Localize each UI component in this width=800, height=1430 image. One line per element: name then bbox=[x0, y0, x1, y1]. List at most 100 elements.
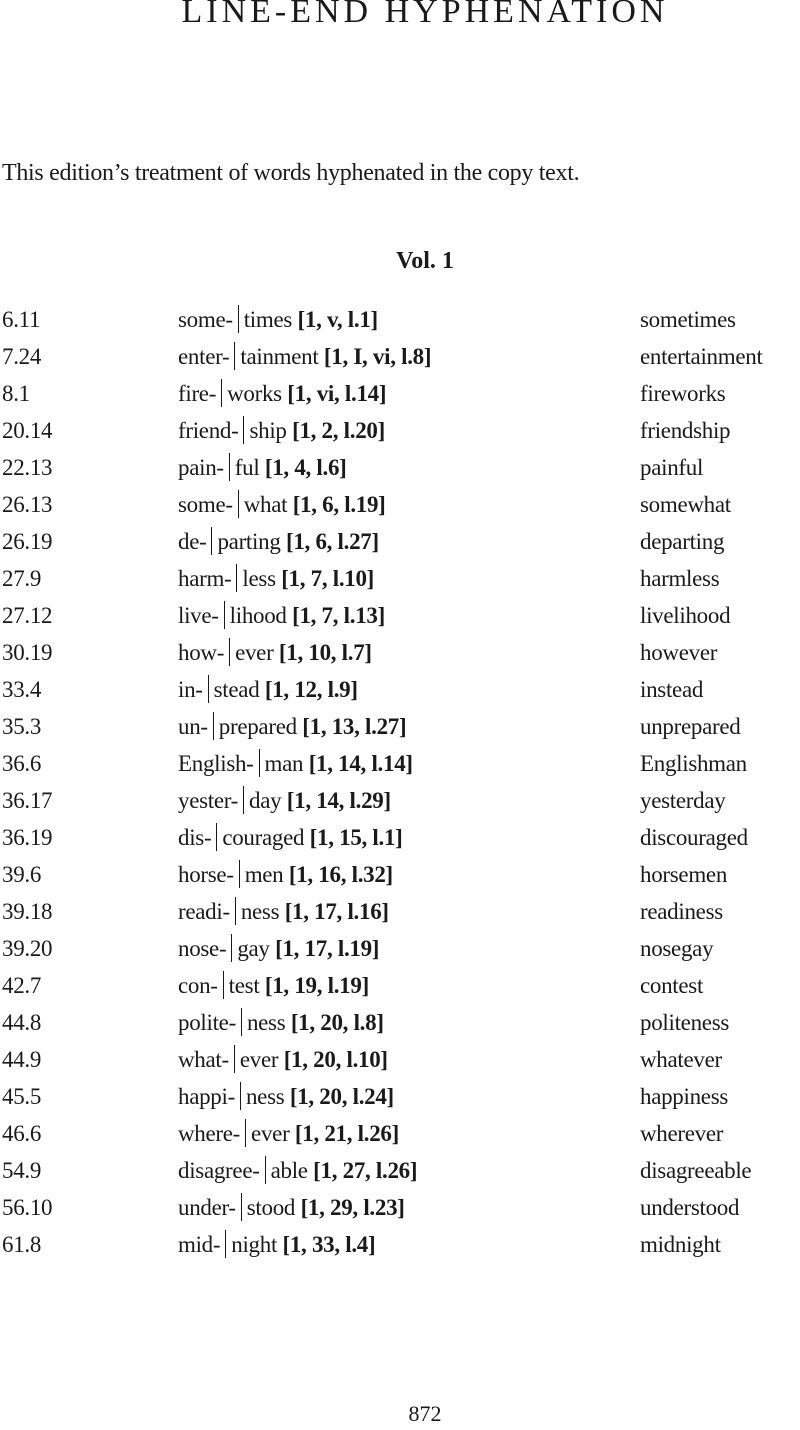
copy-text-form: under-stood [1, 29, l.23] bbox=[178, 1192, 405, 1224]
hyphenation-entry: 35.3 un-prepared [1, 13, l.27] unprepare… bbox=[0, 711, 800, 748]
hyphenation-entry: 7.24 enter-tainment [1, I, vi, l.8] ente… bbox=[0, 341, 800, 378]
first-part: readi- bbox=[178, 899, 230, 924]
edition-reading: friendship bbox=[640, 418, 731, 443]
second-part: tainment bbox=[240, 344, 319, 369]
first-part: what- bbox=[178, 1047, 229, 1072]
page-line-ref: 44.9 bbox=[2, 1047, 42, 1072]
first-part: in- bbox=[178, 677, 203, 702]
edition-reading: somewhat bbox=[640, 492, 731, 517]
hyphenation-entry: 54.9 disagree-able [1, 27, l.26] disagre… bbox=[0, 1155, 800, 1192]
line-break-bar bbox=[228, 453, 230, 481]
second-part: ever bbox=[235, 640, 274, 665]
line-break-bar bbox=[236, 564, 238, 592]
second-part: less bbox=[242, 566, 276, 591]
line-break-bar bbox=[225, 1230, 227, 1258]
edition-reading: yesterday bbox=[640, 788, 726, 813]
page-line-ref: 44.8 bbox=[2, 1010, 42, 1035]
hyphenation-entry: 45.5 happi-ness [1, 20, l.24] happiness bbox=[0, 1081, 800, 1118]
second-part: lihood bbox=[229, 603, 287, 628]
first-part: English- bbox=[178, 751, 254, 776]
copy-text-form: mid-night [1, 33, l.4] bbox=[178, 1229, 376, 1261]
edition-reading: livelihood bbox=[640, 603, 731, 628]
line-break-bar bbox=[240, 1008, 242, 1036]
line-break-bar bbox=[207, 675, 209, 703]
hyphenation-entry: 20.14 friend-ship [1, 2, l.20] friendshi… bbox=[0, 415, 800, 452]
copy-location: [1, 12, l.9] bbox=[264, 677, 358, 702]
first-part: enter- bbox=[178, 344, 230, 369]
first-part: live- bbox=[178, 603, 219, 628]
line-break-bar bbox=[237, 490, 239, 518]
line-break-bar bbox=[238, 860, 240, 888]
copy-location: [1, 15, l.1] bbox=[309, 825, 403, 850]
edition-reading: unprepared bbox=[640, 714, 741, 739]
edition-reading: disagreeable bbox=[640, 1158, 752, 1183]
copy-location: [1, 13, l.27] bbox=[302, 714, 407, 739]
edition-reading: politeness bbox=[640, 1010, 729, 1035]
copy-text-form: disagree-able [1, 27, l.26] bbox=[178, 1155, 418, 1187]
edition-reading: however bbox=[640, 640, 718, 665]
line-break-bar bbox=[243, 786, 245, 814]
page-line-ref: 42.7 bbox=[2, 973, 42, 998]
copy-text-form: some-what [1, 6, l.19] bbox=[178, 489, 386, 521]
first-part: friend- bbox=[178, 418, 239, 443]
second-part: stood bbox=[246, 1195, 296, 1220]
page-number: 872 bbox=[408, 1401, 442, 1426]
copy-location: [1, 7, l.10] bbox=[281, 566, 375, 591]
copy-text-form: yester-day [1, 14, l.29] bbox=[178, 785, 391, 817]
first-part: fire- bbox=[178, 381, 217, 406]
second-part: man bbox=[264, 751, 304, 776]
line-break-bar bbox=[221, 379, 223, 407]
hyphenation-entry: 46.6 where-ever [1, 21, l.26] wherever bbox=[0, 1118, 800, 1155]
copy-text-form: pain-ful [1, 4, l.6] bbox=[178, 452, 347, 484]
copy-location: [1, I, vi, l.8] bbox=[323, 344, 432, 369]
line-break-bar bbox=[243, 416, 245, 444]
copy-location: [1, 27, l.26] bbox=[313, 1158, 418, 1183]
copy-text-form: what-ever [1, 20, l.10] bbox=[178, 1044, 388, 1076]
hyphenation-entry: 27.12 live-lihood [1, 7, l.13] livelihoo… bbox=[0, 600, 800, 637]
hyphenation-entry: 39.18 readi-ness [1, 17, l.16] readiness bbox=[0, 896, 800, 933]
copy-text-form: English-man [1, 14, l.14] bbox=[178, 748, 413, 780]
page-line-ref: 61.8 bbox=[2, 1232, 42, 1257]
copy-text-form: fire-works [1, vi, l.14] bbox=[178, 378, 387, 410]
edition-reading: harmless bbox=[640, 566, 720, 591]
hyphenation-entry: 33.4 in-stead [1, 12, l.9] instead bbox=[0, 674, 800, 711]
hyphenation-entry: 61.8 mid-night [1, 33, l.4] midnight bbox=[0, 1229, 800, 1266]
hyphenation-entry: 39.6 horse-men [1, 16, l.32] horsemen bbox=[0, 859, 800, 896]
second-part: ful bbox=[234, 455, 260, 480]
volume-heading: Vol. 1 bbox=[396, 248, 454, 274]
edition-reading: horsemen bbox=[640, 862, 728, 887]
line-break-bar bbox=[239, 1082, 241, 1110]
edition-reading: wherever bbox=[640, 1121, 724, 1146]
line-break-bar bbox=[222, 971, 224, 999]
copy-location: [1, 20, l.24] bbox=[289, 1084, 394, 1109]
line-break-bar bbox=[229, 638, 231, 666]
copy-text-form: happi-ness [1, 20, l.24] bbox=[178, 1081, 394, 1113]
copy-location: [1, 4, l.6] bbox=[264, 455, 347, 480]
first-part: some- bbox=[178, 307, 233, 332]
second-part: couraged bbox=[222, 825, 305, 850]
hyphenation-entry: 26.13 some-what [1, 6, l.19] somewhat bbox=[0, 489, 800, 526]
copy-location: [1, 33, l.4] bbox=[282, 1232, 376, 1257]
edition-reading: discouraged bbox=[640, 825, 748, 850]
hyphenation-entry: 56.10 under-stood [1, 29, l.23] understo… bbox=[0, 1192, 800, 1229]
line-break-bar bbox=[223, 601, 225, 629]
copy-location: [1, 6, l.19] bbox=[292, 492, 386, 517]
first-part: nose- bbox=[178, 936, 227, 961]
copy-location: [1, 17, l.16] bbox=[284, 899, 389, 924]
second-part: ness bbox=[246, 1010, 286, 1035]
second-part: ness bbox=[240, 899, 280, 924]
page-line-ref: 26.19 bbox=[2, 529, 53, 554]
hyphenation-entry: 30.19 how-ever [1, 10, l.7] however bbox=[0, 637, 800, 674]
edition-reading: departing bbox=[640, 529, 725, 554]
line-break-bar bbox=[231, 934, 233, 962]
line-break-bar bbox=[216, 823, 218, 851]
copy-text-form: de-parting [1, 6, l.27] bbox=[178, 526, 379, 558]
copy-location: [1, 19, l.19] bbox=[264, 973, 369, 998]
line-break-bar bbox=[212, 712, 214, 740]
hyphenation-entry: 6.11 some-times [1, v, l.1] sometimes bbox=[0, 304, 800, 341]
copy-location: [1, 16, l.32] bbox=[288, 862, 393, 887]
first-part: con- bbox=[178, 973, 218, 998]
line-break-bar bbox=[264, 1156, 266, 1184]
copy-text-form: how-ever [1, 10, l.7] bbox=[178, 637, 372, 669]
page-line-ref: 39.20 bbox=[2, 936, 53, 961]
